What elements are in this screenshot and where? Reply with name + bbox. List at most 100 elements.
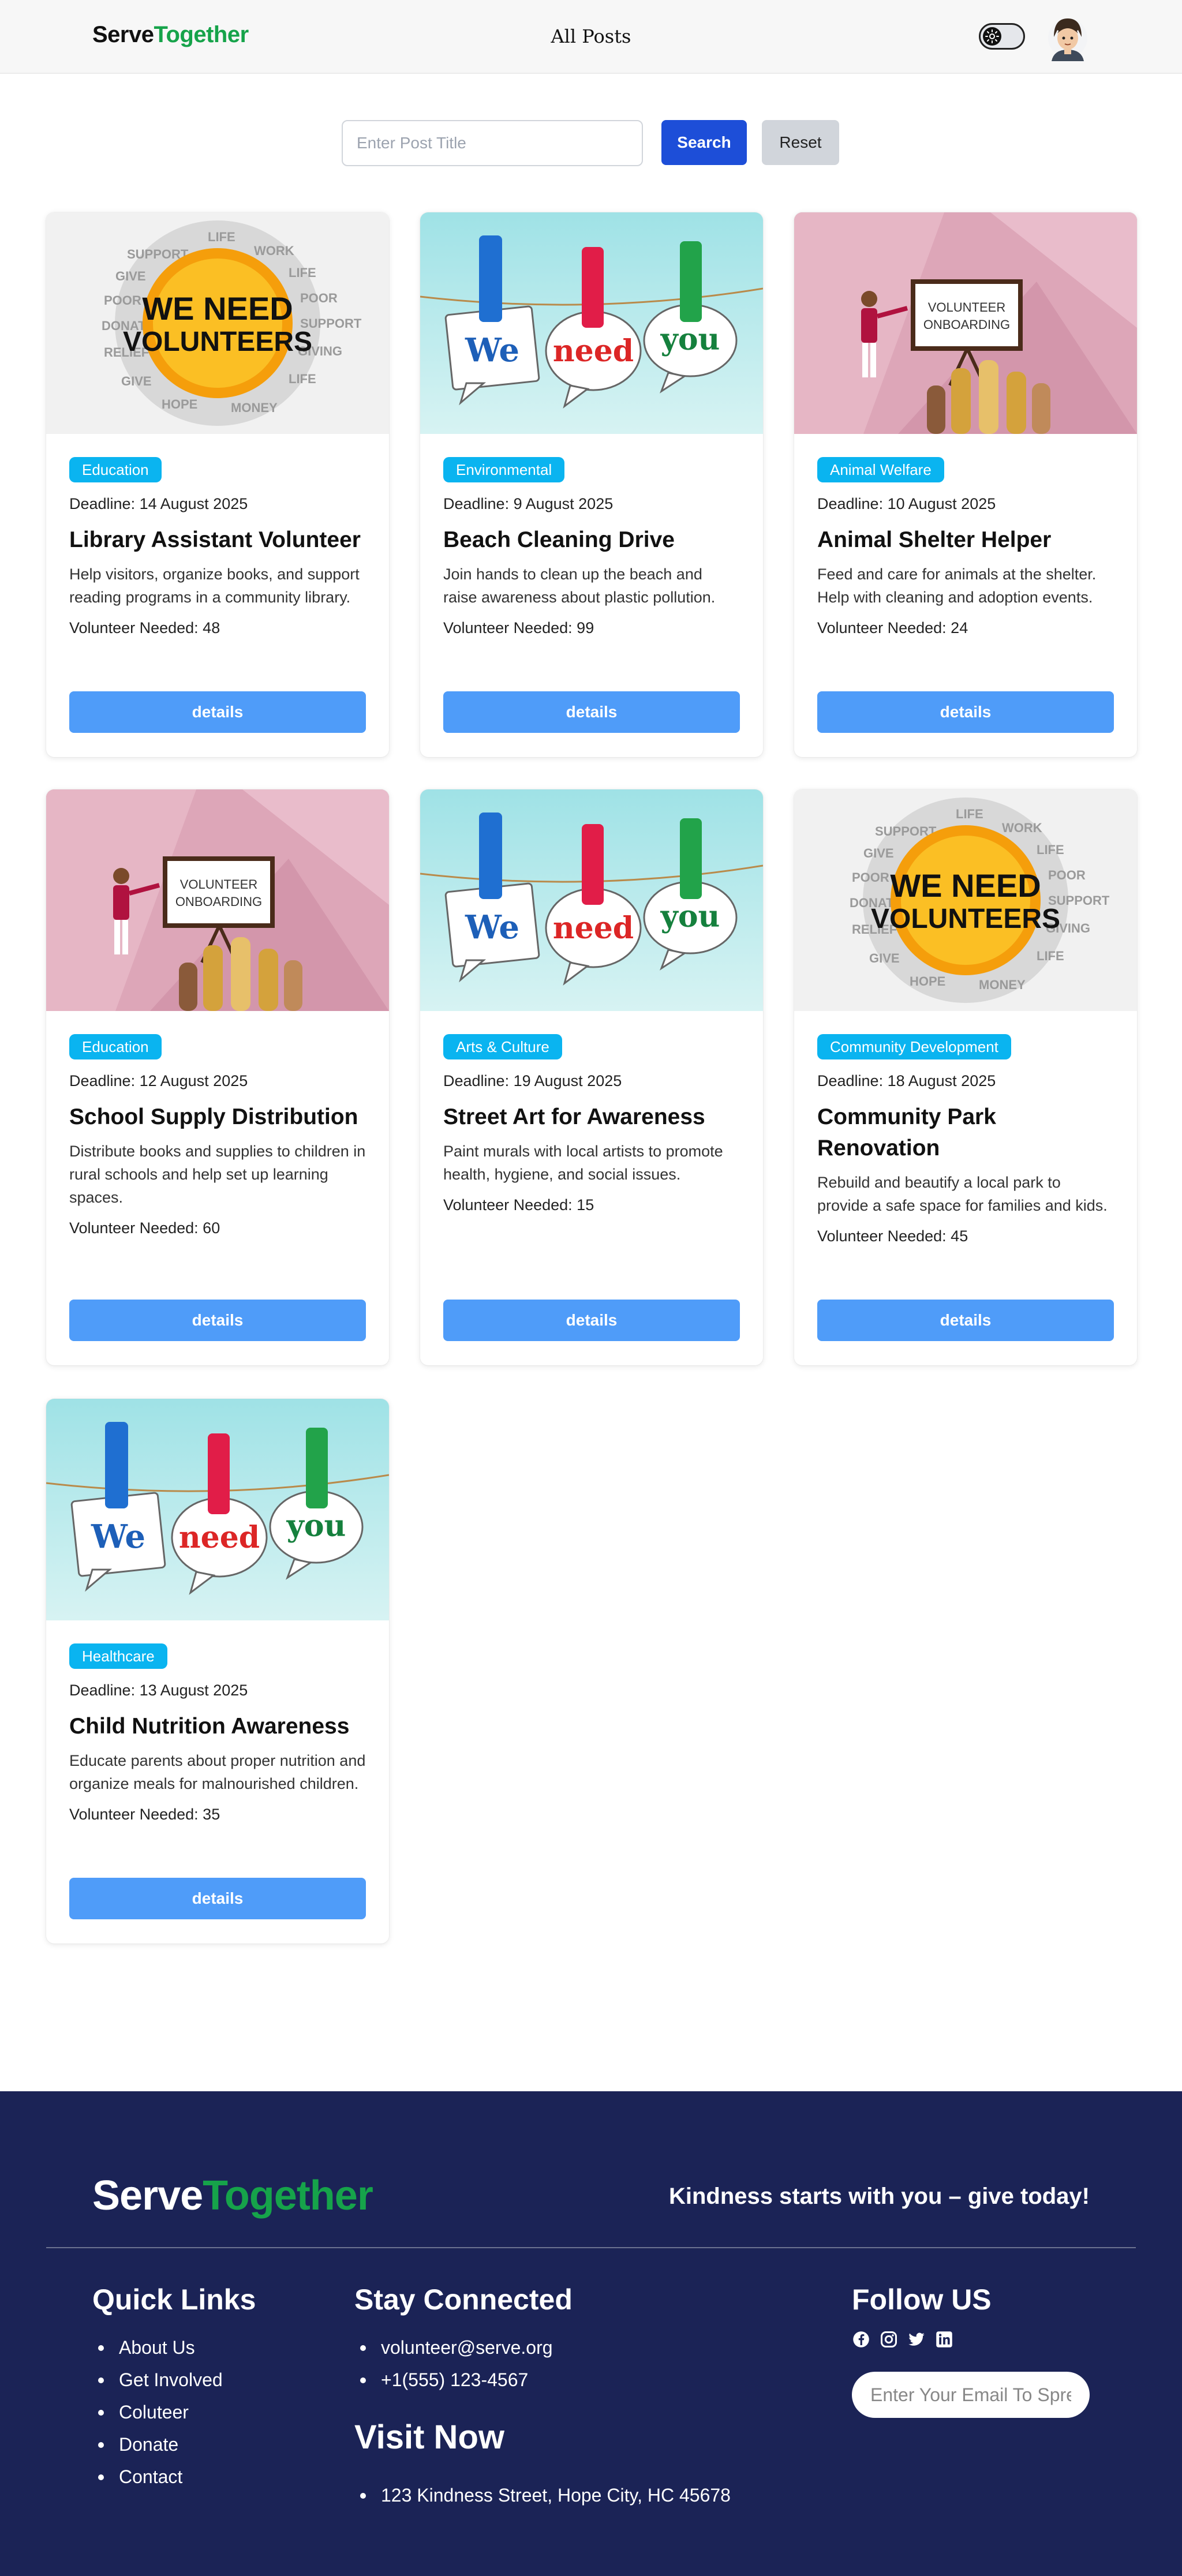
details-button[interactable]: details (443, 1300, 740, 1341)
image-text-we: We (91, 1518, 145, 1556)
details-button[interactable]: details (817, 691, 1114, 733)
post-card-street-art-for-awareness: We need you Arts & Culture Deadline: 19 A… (420, 789, 763, 1365)
card-description: Feed and care for animals at the shelter… (817, 566, 1097, 606)
card-description: Join hands to clean up the beach and rai… (443, 566, 716, 606)
search-button[interactable]: Search (661, 120, 747, 165)
sun-icon (983, 27, 1001, 46)
post-card-library-assistant-volunteer: SUPPORT LIFE WORK GIVE LIFE POOR POOR DONATE S… (46, 212, 389, 757)
image-text-volunteers: VOLUNTEERS (123, 327, 312, 357)
card-description: Rebuild and beautify a local park to pro… (817, 1174, 1108, 1214)
svg-text:LIFE: LIFE (208, 230, 235, 244)
details-button[interactable]: details (443, 691, 740, 733)
card-title: Library Assistant Volunteer (69, 527, 361, 552)
footer-link-get-involved[interactable]: Get Involved (92, 2364, 223, 2396)
we-need-you-image: We need you (420, 789, 763, 1011)
image-text-need: need (179, 1520, 260, 1555)
quick-links-title: Quick Links (92, 2283, 256, 2316)
footer: ServeTogether Kindness starts with you –… (0, 2091, 1182, 2576)
card-description: Distribute books and supplies to childre… (69, 1143, 366, 1206)
image-text-we: We (465, 331, 519, 369)
footer-link-contact[interactable]: Contact (92, 2461, 223, 2493)
category-badge: Education (69, 457, 162, 482)
we-need-volunteers-image: SUPPORTLIFEWORK GIVE LIFEPOOR POORDONATE S… (46, 212, 389, 434)
volunteers-needed: Volunteer Needed: 60 (69, 1219, 220, 1237)
card-title: Community Park Renovation (817, 1104, 996, 1160)
footer-tagline: Kindness starts with you – give today! (668, 2184, 1090, 2209)
svg-text:LIFE: LIFE (1037, 843, 1064, 857)
we-need-you-image: We need you (420, 212, 763, 434)
svg-text:LIFE: LIFE (289, 372, 316, 386)
details-button[interactable]: details (69, 691, 366, 733)
card-deadline: Deadline: 10 August 2025 (817, 495, 996, 512)
image-text-onboarding-1: VOLUNTEER (928, 300, 1005, 314)
post-card-school-supply-distribution: VOLUNTEER ONBOARDING Education Deadline: … (46, 789, 389, 1365)
search-input[interactable] (342, 120, 643, 166)
svg-text:GIVE: GIVE (115, 269, 146, 283)
volunteers-needed: Volunteer Needed: 45 (817, 1227, 968, 1245)
contact-email[interactable]: volunteer@serve.org (354, 2331, 553, 2364)
quick-links-list: About Us Get Involved Coluteer Donate Co… (92, 2331, 223, 2493)
card-deadline: Deadline: 12 August 2025 (69, 1072, 248, 1089)
card-body: Animal Welfare Deadline: 10 August 2025 An… (794, 434, 1137, 637)
image-text-we: We (465, 908, 519, 946)
footer-link-about[interactable]: About Us (92, 2331, 223, 2364)
category-badge: Community Development (817, 1034, 1011, 1059)
volunteers-needed: Volunteer Needed: 15 (443, 1196, 594, 1214)
category-badge: Education (69, 1034, 162, 1059)
post-card-beach-cleaning-drive: We need you Environmental Deadline: 9 Aug… (420, 212, 763, 757)
svg-text:GIVE: GIVE (121, 374, 152, 388)
image-text-volunteers: VOLUNTEERS (871, 904, 1060, 934)
svg-text:WORK: WORK (254, 244, 294, 258)
footer-brand[interactable]: ServeTogether (92, 2172, 373, 2219)
image-text-need: need (553, 334, 634, 369)
stay-connected-title: Stay Connected (354, 2283, 573, 2316)
footer-link-donate[interactable]: Donate (92, 2428, 223, 2461)
card-title: Child Nutrition Awareness (69, 1714, 350, 1739)
post-card-child-nutrition-awareness: We need you Healthcare Deadline: 13 Augus… (46, 1399, 389, 1944)
details-button[interactable]: details (69, 1300, 366, 1341)
image-text-need: need (553, 911, 634, 946)
card-body: Community Development Deadline: 18 August… (794, 1011, 1137, 1245)
card-deadline: Deadline: 18 August 2025 (817, 1072, 996, 1089)
card-body: Education Deadline: 12 August 2025 School … (46, 1011, 389, 1237)
footer-brand-serve: Serve (92, 2173, 203, 2219)
card-deadline: Deadline: 9 August 2025 (443, 495, 614, 512)
contact-phone[interactable]: +1(555) 123-4567 (354, 2364, 553, 2396)
we-need-volunteers-image: SUPPORTLIFEWORK GIVE LIFEPOOR POORDONATE S… (794, 789, 1137, 1011)
image-text-we-need: WE NEED (890, 867, 1041, 904)
image-text-you: you (660, 322, 720, 357)
image-text-onboarding-2: ONBOARDING (175, 894, 262, 909)
svg-text:GIVE: GIVE (863, 846, 894, 860)
svg-text:POOR: POOR (104, 293, 141, 308)
volunteer-onboarding-image: VOLUNTEER ONBOARDING (46, 789, 389, 1011)
svg-text:POOR: POOR (852, 870, 889, 885)
theme-toggle[interactable] (979, 23, 1025, 50)
svg-text:MONEY: MONEY (231, 400, 278, 415)
post-card-animal-shelter-helper: VOLUNTEER ONBOARDING Animal Welfare Deadl… (794, 212, 1137, 757)
card-body: Environmental Deadline: 9 August 2025 Beac… (420, 434, 763, 637)
svg-text:HOPE: HOPE (162, 397, 197, 411)
address-text: 123 Kindness Street, Hope City, HC 45678 (354, 2479, 731, 2511)
details-button[interactable]: details (817, 1300, 1114, 1341)
reset-button[interactable]: Reset (762, 120, 839, 165)
card-description: Help visitors, organize books, and suppo… (69, 566, 360, 606)
svg-text:MONEY: MONEY (979, 978, 1026, 992)
newsletter-email-input[interactable] (852, 2372, 1090, 2418)
facebook-icon[interactable] (852, 2330, 870, 2349)
linkedin-icon[interactable] (935, 2330, 953, 2349)
volunteers-needed: Volunteer Needed: 35 (69, 1806, 220, 1823)
twitter-icon[interactable] (907, 2330, 926, 2349)
details-button[interactable]: details (69, 1878, 366, 1919)
footer-link-coluteer[interactable]: Coluteer (92, 2396, 223, 2428)
volunteers-needed: Volunteer Needed: 24 (817, 619, 968, 636)
svg-text:POOR: POOR (300, 291, 338, 305)
follow-us-title: Follow US (852, 2283, 992, 2316)
category-badge: Arts & Culture (443, 1034, 562, 1059)
card-deadline: Deadline: 13 August 2025 (69, 1682, 248, 1699)
post-card-community-park-renovation: SUPPORT LIFE WORK GIVE LIFE POOR POOR DONATE S… (794, 789, 1137, 1365)
svg-text:POOR: POOR (1048, 868, 1086, 882)
instagram-icon[interactable] (880, 2330, 898, 2349)
image-text-you: you (286, 1508, 346, 1544)
user-avatar[interactable] (1046, 13, 1090, 61)
image-text-we-need: WE NEED (142, 290, 293, 327)
